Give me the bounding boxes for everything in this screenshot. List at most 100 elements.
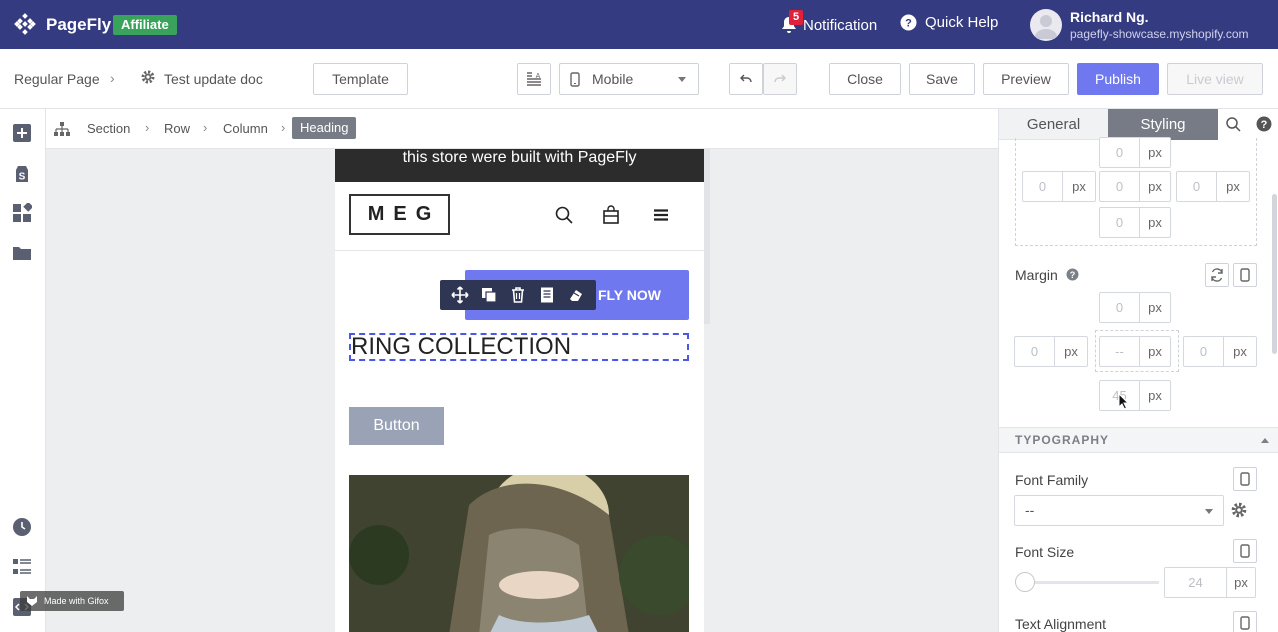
panel-search-button[interactable] <box>1218 109 1248 140</box>
duplicate-icon[interactable] <box>480 286 498 304</box>
font-family-select[interactable]: -- <box>1014 495 1224 526</box>
margin-right-input[interactable]: 0 px <box>1183 336 1257 367</box>
app-name: PageFly <box>46 15 112 34</box>
selected-heading[interactable]: RING COLLECTION <box>349 333 689 361</box>
svg-text:?: ? <box>1070 270 1076 280</box>
add-element-icon[interactable] <box>12 123 32 143</box>
settings-panel: General Styling ? 0 px 0 px 0 px 0 px 0 px Ma… <box>998 109 1278 632</box>
sitemap-icon <box>54 122 70 136</box>
page-type-link[interactable]: Regular Page <box>14 71 100 87</box>
sample-button[interactable]: Button <box>349 407 444 445</box>
redo-button[interactable] <box>763 63 797 95</box>
header-divider <box>335 250 704 251</box>
redo-icon <box>774 74 786 83</box>
mobile-icon <box>1240 616 1250 630</box>
typography-title: TYPOGRAPHY <box>1015 433 1110 447</box>
padding-right-input[interactable]: 0 px <box>1176 171 1250 202</box>
caret-down-icon <box>1205 509 1213 514</box>
padding-center-input[interactable]: 0 px <box>1099 171 1171 202</box>
font-family-value: -- <box>1025 502 1035 518</box>
save-button[interactable]: Save <box>909 63 975 95</box>
font-size-device-button[interactable] <box>1233 539 1257 563</box>
device-select[interactable]: Mobile <box>559 63 699 95</box>
device-label: Mobile <box>592 71 634 87</box>
svg-text:?: ? <box>1260 119 1267 131</box>
user-name[interactable]: Richard Ng. <box>1070 9 1149 25</box>
gifox-text: Made with Gifox <box>44 596 109 606</box>
padding-left-input[interactable]: 0 px <box>1022 171 1096 202</box>
mobile-icon <box>1240 544 1250 558</box>
top-bar: PageFly Affiliate Notification 5 ? Quick… <box>0 0 1278 49</box>
template-button[interactable]: Template <box>313 63 408 95</box>
shopify-bag-icon[interactable]: S <box>12 164 32 184</box>
text-alignment-device-button[interactable] <box>1233 611 1257 632</box>
breadcrumb-column[interactable]: Column <box>223 121 268 136</box>
margin-top-input[interactable]: 0 px <box>1099 292 1171 323</box>
shopping-bag-icon[interactable] <box>602 205 620 224</box>
quick-help-label: Quick Help <box>925 14 999 31</box>
breadcrumb-section[interactable]: Section <box>87 121 130 136</box>
promo-banner: this store were built with PageFly <box>335 149 704 182</box>
canvas-scrollbar[interactable] <box>704 149 710 324</box>
font-family-device-button[interactable] <box>1233 467 1257 491</box>
text-edit-button[interactable]: A <box>517 63 551 95</box>
font-size-input[interactable]: 24 px <box>1164 567 1256 598</box>
page-name[interactable]: Test update doc <box>164 71 263 87</box>
refresh-icon <box>1211 268 1223 282</box>
avatar[interactable] <box>1030 9 1062 41</box>
panel-scrollbar[interactable] <box>1272 194 1277 354</box>
quick-help-button[interactable]: ? Quick Help <box>900 14 998 31</box>
brand-logo[interactable]: MEG <box>349 194 450 235</box>
breadcrumb-heading[interactable]: Heading <box>292 117 357 139</box>
product-image[interactable] <box>349 475 689 632</box>
undo-icon <box>740 74 752 83</box>
font-size-slider-handle[interactable] <box>1015 572 1035 592</box>
font-settings-button[interactable] <box>1230 497 1254 523</box>
live-view-button[interactable]: Live view <box>1167 63 1263 95</box>
undo-button[interactable] <box>729 63 763 95</box>
font-family-label: Font Family <box>1015 472 1089 488</box>
mobile-preview[interactable]: this store were built with PageFly MEG F… <box>335 149 704 632</box>
question-circle-icon[interactable]: ? <box>1066 268 1079 281</box>
user-shop-domain: pagefly-showcase.myshopify.com <box>1070 27 1249 41</box>
margin-device-button[interactable] <box>1233 263 1257 287</box>
search-icon[interactable] <box>555 206 573 224</box>
gifox-watermark: Made with Gifox <box>20 591 124 611</box>
margin-left-input[interactable]: 0 px <box>1014 336 1088 367</box>
mouse-cursor-icon <box>1118 393 1129 410</box>
panel-help-button[interactable]: ? <box>1248 109 1278 140</box>
svg-text:?: ? <box>905 18 912 30</box>
padding-bottom-input[interactable]: 0 px <box>1099 207 1171 238</box>
caret-down-icon <box>678 77 686 82</box>
apps-grid-icon[interactable] <box>12 203 32 223</box>
publish-button[interactable]: Publish <box>1077 63 1159 95</box>
left-sidebar: S <box>0 109 46 632</box>
typography-section-header[interactable]: TYPOGRAPHY <box>999 427 1278 453</box>
mobile-icon <box>1240 472 1250 486</box>
notification-count-badge: 5 <box>789 10 804 25</box>
list-outline-icon[interactable] <box>12 557 32 577</box>
save-block-icon[interactable] <box>538 286 556 304</box>
margin-bottom-input[interactable]: 45px <box>1099 380 1171 411</box>
affiliate-badge[interactable]: Affiliate <box>113 15 177 35</box>
tab-styling[interactable]: Styling <box>1108 109 1218 140</box>
trash-icon[interactable] <box>509 286 527 304</box>
fox-icon <box>27 596 37 606</box>
pagefly-logo-icon <box>14 13 36 35</box>
tab-general[interactable]: General <box>999 109 1108 140</box>
close-button[interactable]: Close <box>829 63 901 95</box>
font-size-slider-track[interactable] <box>1023 581 1159 584</box>
padding-top-input[interactable]: 0 px <box>1099 137 1171 168</box>
breadcrumb-row[interactable]: Row <box>164 121 190 136</box>
folder-icon[interactable] <box>12 243 32 263</box>
preview-button[interactable]: Preview <box>983 63 1069 95</box>
history-clock-icon[interactable] <box>12 517 32 537</box>
svg-text:S: S <box>19 172 26 183</box>
margin-center-input[interactable]: -- px <box>1099 336 1171 367</box>
gear-icon[interactable] <box>140 69 156 85</box>
move-icon[interactable] <box>451 286 469 304</box>
margin-reset-button[interactable] <box>1205 263 1229 287</box>
user-silhouette-icon <box>1034 15 1058 39</box>
eraser-icon[interactable] <box>567 286 585 304</box>
hamburger-menu-icon[interactable] <box>654 209 668 221</box>
